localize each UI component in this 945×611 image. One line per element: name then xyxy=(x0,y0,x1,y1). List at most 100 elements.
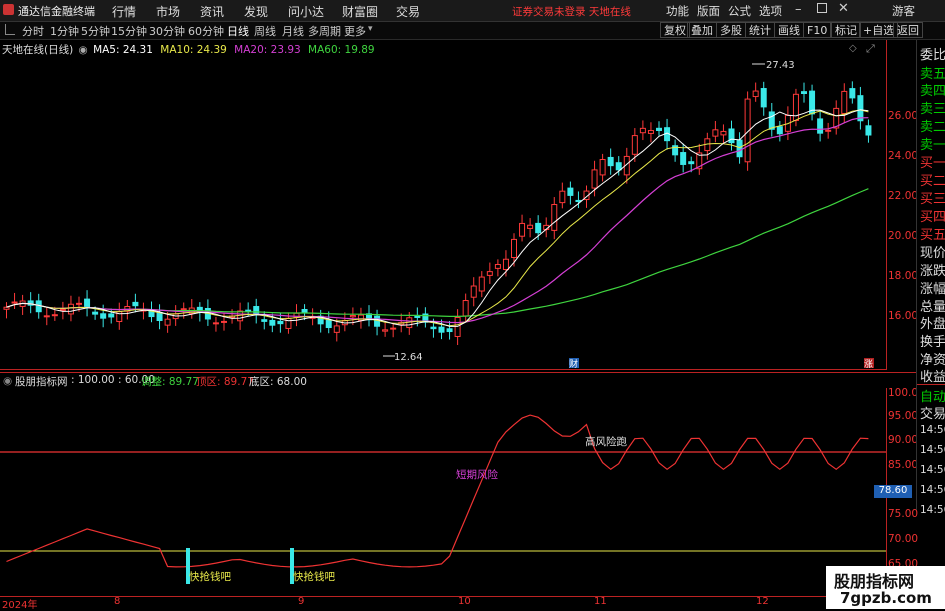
candle-body xyxy=(285,317,292,329)
candle-body xyxy=(720,130,727,136)
tf-5min[interactable]: 5分钟 xyxy=(81,23,110,39)
candle-body xyxy=(792,93,799,121)
close-icon[interactable]: ✕ xyxy=(838,1,849,16)
side-outer: 外盘 xyxy=(920,317,945,332)
candle-body xyxy=(132,301,139,307)
more-chevron-icon[interactable]: ▾ xyxy=(368,24,373,34)
login-warning[interactable]: 证券交易未登录 天地在线 xyxy=(512,4,631,19)
tiaozheng-value: 调整: 89.77 xyxy=(141,376,199,388)
candle-body xyxy=(156,311,163,322)
buy-signal-label-1: 快抢钱吧 xyxy=(189,570,231,583)
high-risk-label: 高风险跑 xyxy=(585,435,627,448)
high-price-annotation: 27.43 xyxy=(766,60,795,71)
maximize-icon[interactable] xyxy=(817,3,827,13)
ind-ytick-90: 90.00 xyxy=(888,434,919,446)
side-turnover: 换手 xyxy=(920,335,945,350)
btn-f10[interactable]: F10 xyxy=(803,22,832,38)
btn-biaoji[interactable]: 标记 xyxy=(831,22,861,38)
menu-wenxiaoda[interactable]: 问小达 xyxy=(288,3,324,20)
tf-30min[interactable]: 30分钟 xyxy=(149,23,185,39)
tf-more[interactable]: 更多 xyxy=(344,23,366,39)
chart-toggle-icon[interactable] xyxy=(5,24,15,35)
tf-weekly[interactable]: 周线 xyxy=(254,23,276,39)
menu-banmian[interactable]: 版面 xyxy=(697,3,720,19)
side-buy5: 买五 xyxy=(920,228,945,243)
time-4: 14:56 xyxy=(920,484,945,496)
tf-15min[interactable]: 15分钟 xyxy=(111,23,147,39)
side-change: 涨跌 xyxy=(920,264,945,279)
diqu-value: 底区: 68.00 xyxy=(249,376,307,388)
candle-body xyxy=(817,118,824,134)
ind-ytick-85: 85.00 xyxy=(888,459,919,471)
tf-1min[interactable]: 1分钟 xyxy=(50,23,79,39)
candlestick-chart[interactable]: 27.43 12.64 财 涨 xyxy=(0,40,886,370)
menu-hangqing[interactable]: 行情 xyxy=(112,3,136,20)
side-price: 现价 xyxy=(920,246,945,261)
menu-zixun[interactable]: 资讯 xyxy=(200,3,224,20)
candle-body xyxy=(261,319,268,322)
side-sell4: 卖四 xyxy=(920,84,945,99)
time-1: 14:56 xyxy=(920,424,945,436)
menu-gongshi[interactable]: 公式 xyxy=(728,3,751,19)
candle-body xyxy=(164,318,171,326)
candle-body xyxy=(599,159,606,176)
menu-gongneng[interactable]: 功能 xyxy=(666,3,689,19)
btn-tongji[interactable]: 统计 xyxy=(745,22,775,38)
btn-fuquan[interactable]: 复权 xyxy=(660,22,690,38)
ind-ytick-75: 75.00 xyxy=(888,508,919,520)
menu-caifuquan[interactable]: 财富圈 xyxy=(342,3,378,20)
xlabel-8: 8 xyxy=(114,596,121,607)
candle-body xyxy=(269,319,276,326)
menu-xuanxiang[interactable]: 选项 xyxy=(759,3,782,19)
candle-body xyxy=(519,222,526,237)
xlabel-11: 11 xyxy=(594,596,607,607)
side-pct: 涨幅 xyxy=(920,282,945,297)
xlabel-12: 12 xyxy=(756,596,769,607)
candle-body xyxy=(59,308,66,311)
candle-body xyxy=(333,325,340,333)
candle-body xyxy=(430,326,437,330)
side-trade[interactable]: 交易 xyxy=(920,403,945,422)
candle-body xyxy=(736,139,743,158)
tf-60min[interactable]: 60分钟 xyxy=(188,23,224,39)
guest-label[interactable]: 游客 xyxy=(892,3,915,19)
candle-body xyxy=(728,128,735,144)
tf-monthly[interactable]: 月线 xyxy=(282,23,304,39)
candle-body xyxy=(108,313,115,318)
candle-body xyxy=(3,306,10,310)
candle-body xyxy=(615,162,622,171)
menu-faxian[interactable]: 发现 xyxy=(244,3,268,20)
candle-body xyxy=(591,169,598,189)
tf-multi[interactable]: 多周期 xyxy=(308,23,341,39)
candle-body xyxy=(51,314,58,317)
menu-shichang[interactable]: 市场 xyxy=(156,3,180,20)
indicator-menu-icon[interactable]: ◉ xyxy=(3,375,12,387)
candle-body xyxy=(325,319,332,329)
candle-body xyxy=(712,129,719,137)
xlabel-9: 9 xyxy=(298,596,305,607)
candle-body xyxy=(301,308,308,314)
btn-huaxian[interactable]: 画线 xyxy=(774,22,804,38)
candle-body xyxy=(825,129,832,132)
btn-fanhui[interactable]: 返回 xyxy=(893,22,923,38)
candle-body xyxy=(446,328,453,333)
tf-fenshi[interactable]: 分时 xyxy=(22,23,44,39)
dingqu-value: 顶区: 89.77 xyxy=(196,376,254,388)
time-5: 14:56 xyxy=(920,504,945,516)
candle-body xyxy=(801,91,807,95)
indicator-chart[interactable]: 快抢钱吧 快抢钱吧 高风险跑 短期风险 xyxy=(0,388,886,594)
candle-body xyxy=(575,199,582,203)
candle-body xyxy=(865,125,872,136)
indicator-name[interactable]: 股朋指标网 xyxy=(15,374,68,389)
btn-diejia[interactable]: 叠加 xyxy=(687,22,717,38)
candle-body xyxy=(43,315,50,318)
minimize-icon[interactable]: – xyxy=(795,2,802,17)
menu-jiaoyi[interactable]: 交易 xyxy=(396,3,420,20)
btn-duogu[interactable]: 多股 xyxy=(716,22,746,38)
candle-body xyxy=(656,127,662,131)
top-menu-bar: 通达信金融终端 行情 市场 资讯 发现 问小达 财富圈 交易 证券交易未登录 天… xyxy=(0,0,945,22)
tf-daily[interactable]: 日线 xyxy=(227,23,249,39)
candle-body xyxy=(486,271,493,276)
candle-body xyxy=(680,152,687,165)
candle-body xyxy=(527,224,534,229)
